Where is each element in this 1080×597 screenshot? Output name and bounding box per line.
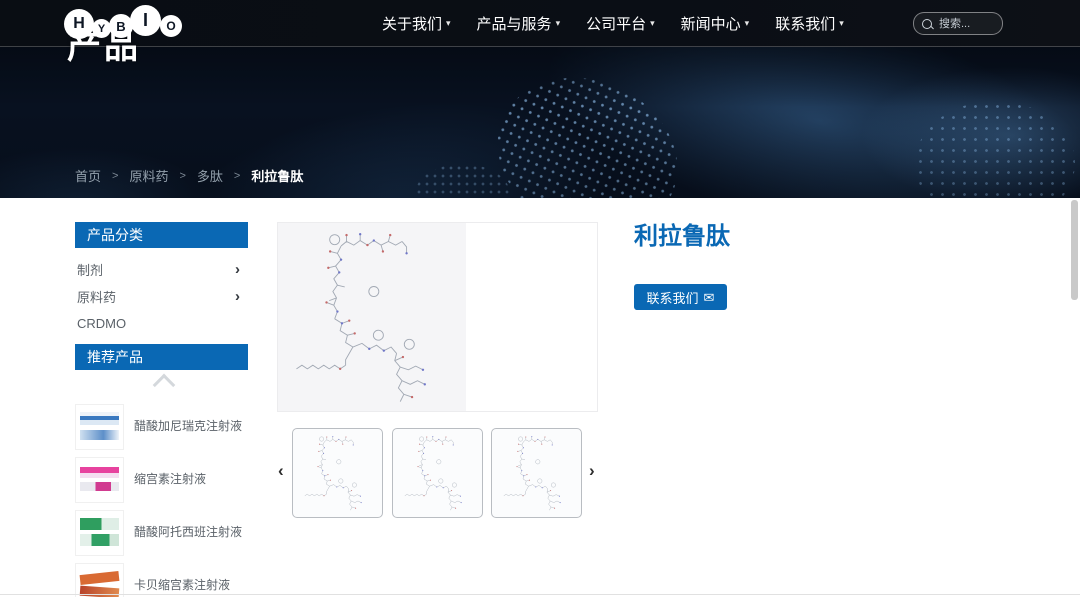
main-nav: 关于我们 ▾ 产品与服务 ▾ 公司平台 ▾ 新闻中心 ▾ 联系我们 ▾: [382, 0, 844, 46]
product-thumbnail-image: [75, 562, 124, 597]
product-main-image: [277, 222, 598, 412]
product-name: 缩宫素注射液: [134, 471, 207, 486]
list-item-atosiban[interactable]: 醋酸阿托西班注射液: [75, 506, 253, 559]
category-label: 制剂: [77, 263, 104, 278]
recommended-products-header: 推荐产品: [75, 344, 248, 370]
category-label: 原料药: [77, 290, 117, 305]
caret-down-icon: ▾: [744, 17, 750, 28]
list-item-oxytocin[interactable]: 缩宫素注射液: [75, 453, 253, 506]
chevron-up-icon[interactable]: [152, 373, 176, 397]
logo-letter: O: [160, 15, 182, 37]
caret-down-icon: ▾: [446, 17, 451, 28]
sidebar-item-preparations[interactable]: 制剂 ›: [75, 256, 248, 283]
contact-button-label: 联系我们: [646, 290, 699, 306]
breadcrumb-separator: >: [233, 169, 241, 182]
carousel-next-icon[interactable]: ›: [589, 462, 595, 479]
breadcrumb-current: 利拉鲁肽: [251, 169, 304, 184]
product-thumbnail-image: [75, 456, 124, 503]
molecule-structure-image: [399, 433, 477, 513]
image-thumbnail-1[interactable]: [292, 428, 383, 518]
logo-letter: H: [64, 9, 94, 39]
chevron-right-icon: ›: [235, 288, 240, 305]
breadcrumb: 首页 > 原料药 > 多肽 > 利拉鲁肽: [75, 166, 303, 185]
recommended-product-list: 醋酸加尼瑞克注射液 缩宫素注射液 醋酸阿托西班注射液 卡贝缩宫素注射液: [75, 400, 253, 597]
contact-us-button[interactable]: 联系我们 ✉: [634, 284, 727, 310]
caret-down-icon: ▾: [650, 17, 655, 28]
nav-item-label: 关于我们: [382, 15, 443, 33]
molecule-structure-image: [299, 433, 377, 513]
nav-item-company-platform[interactable]: 公司平台 ▾: [586, 13, 655, 34]
breadcrumb-separator: >: [179, 169, 186, 182]
list-item-ganirelix[interactable]: 醋酸加尼瑞克注射液: [75, 400, 253, 453]
breadcrumb-home[interactable]: 首页: [75, 166, 101, 185]
image-thumbnail-2[interactable]: [392, 428, 483, 518]
breadcrumb-peptides[interactable]: 多肽: [197, 166, 223, 185]
hybio-logo[interactable]: H Y B I O: [64, 2, 194, 44]
product-name: 醋酸阿托西班注射液: [134, 524, 243, 539]
product-category-header: 产品分类: [75, 222, 248, 248]
search-box[interactable]: [913, 12, 1003, 35]
molecule-structure-image: [278, 223, 466, 411]
nav-item-about[interactable]: 关于我们 ▾: [382, 13, 451, 34]
search-icon: [922, 18, 932, 29]
caret-down-icon: ▾: [555, 17, 561, 28]
logo-letter: I: [130, 5, 161, 36]
carousel-prev-icon[interactable]: ‹: [278, 462, 284, 479]
nav-item-label: 联系我们: [775, 15, 836, 33]
main-content: 产品分类 制剂 › 原料药 › CRDMO 推荐产品 醋酸加尼瑞克注射液 缩宫素…: [0, 198, 1080, 597]
nav-item-products-services[interactable]: 产品与服务 ▾: [477, 13, 561, 34]
caret-down-icon: ▾: [839, 17, 844, 28]
nav-item-news-center[interactable]: 新闻中心 ▾: [681, 13, 750, 34]
product-thumbnail-image: [75, 403, 124, 450]
product-name: 醋酸加尼瑞克注射液: [134, 418, 243, 433]
image-thumbnail-3[interactable]: [491, 428, 582, 518]
logo-letter: Y: [92, 19, 111, 38]
category-label: CRDMO: [77, 316, 127, 331]
page: 关于我们 ▾ 产品与服务 ▾ 公司平台 ▾ 新闻中心 ▾ 联系我们 ▾ 搜索..…: [0, 0, 1080, 597]
sidebar-item-crdmo[interactable]: CRDMO: [75, 310, 248, 337]
hero-banner: 首页 > 原料药 > 多肽 > 利拉鲁肽: [0, 46, 1080, 198]
scrollbar-thumb[interactable]: [1071, 200, 1078, 300]
nav-item-label: 产品与服务: [476, 15, 552, 33]
sidebar-item-api[interactable]: 原料药 ›: [75, 283, 248, 310]
chevron-right-icon: ›: [235, 261, 240, 278]
search-input[interactable]: [937, 16, 994, 31]
nav-item-label: 新闻中心: [680, 15, 741, 33]
product-name: 卡贝缩宫素注射液: [134, 577, 231, 592]
breadcrumb-api[interactable]: 原料药: [129, 166, 168, 185]
list-item-carbetocin[interactable]: 卡贝缩宫素注射液: [75, 559, 253, 597]
nav-item-contact-us[interactable]: 联系我们 ▾: [775, 13, 844, 34]
section-divider: [0, 594, 1080, 595]
molecule-structure-image: [498, 433, 576, 513]
nav-item-label: 公司平台: [586, 15, 647, 33]
product-thumbnail-image: [75, 509, 124, 556]
envelope-icon: ✉: [703, 289, 715, 305]
breadcrumb-separator: >: [112, 169, 119, 182]
category-list: 制剂 › 原料药 › CRDMO: [75, 256, 248, 337]
page-title: 利拉鲁肽: [634, 223, 730, 250]
